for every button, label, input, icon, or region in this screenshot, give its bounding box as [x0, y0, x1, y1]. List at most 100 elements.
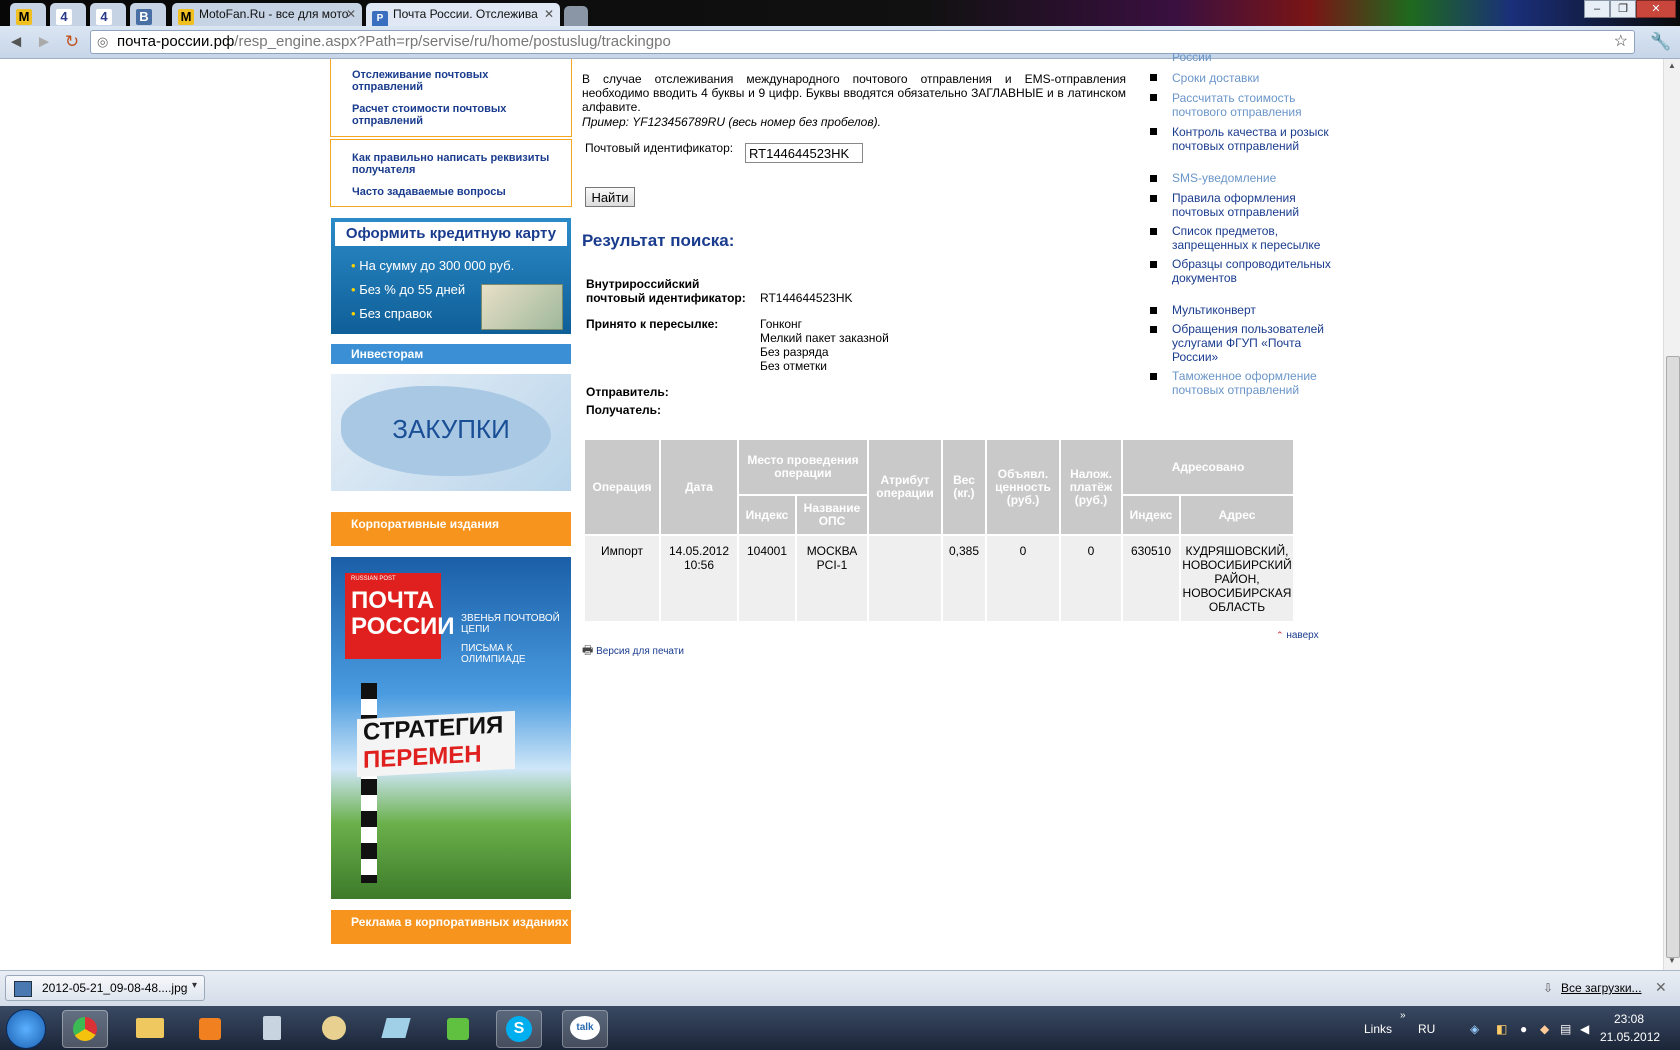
credit-card-banner[interactable]: Оформить кредитную карту • На сумму до 3… — [331, 218, 571, 334]
page-scrollbar[interactable]: ▲ ▼ — [1663, 59, 1680, 970]
shop-taskbar-icon[interactable] — [436, 1010, 480, 1046]
ads-link[interactable]: Реклама в корпоративных изданиях — [331, 910, 571, 944]
right-menu-sms[interactable]: SMS-уведомление — [1172, 171, 1342, 185]
left-link-cost[interactable]: Расчет стоимости почтовых отправлений — [352, 103, 552, 127]
right-menu-multienvelope[interactable]: Мультиконверт — [1172, 303, 1342, 317]
strategy-poster[interactable]: RUSSIAN POST ПОЧТА РОССИИ ЗВЕНЬЯ ПОЧТОВО… — [331, 557, 571, 899]
pochta-logo: RUSSIAN POST ПОЧТА РОССИИ — [345, 573, 455, 659]
start-button[interactable] — [6, 1009, 46, 1049]
gtalk-taskbar-icon[interactable]: talk — [562, 1010, 608, 1048]
credit-banner-title: Оформить кредитную карту — [335, 222, 567, 246]
print-version-link[interactable]: 🖶 Версия для печати — [582, 641, 684, 662]
intro-text: В случае отслеживания международного поч… — [582, 72, 1126, 114]
th-address: Адрес — [1181, 496, 1293, 534]
right-menu-quality[interactable]: Контроль качества и розыск почтовых отпр… — [1172, 125, 1342, 153]
right-menu-calc-cost[interactable]: Рассчитать стоимость почтового отправлен… — [1172, 91, 1342, 119]
image-file-icon — [14, 981, 32, 997]
result-title: Результат поиска: — [582, 231, 735, 250]
pochta-icon: P — [372, 11, 388, 26]
tray-icon[interactable]: ◈ — [1470, 1022, 1479, 1036]
cell-ops-name: МОСКВА PCI-1 — [797, 536, 867, 621]
address-bar[interactable]: ◎ почта-россии.рф/resp_engine.aspx?Path=… — [90, 30, 1635, 54]
investors-link[interactable]: Инвесторам — [331, 344, 571, 364]
id-label: Почтовый идентификатор: — [585, 141, 734, 155]
right-menu-rules[interactable]: Правила оформления почтовых отправлений — [1172, 191, 1342, 219]
th-weight: Вес (кг.) — [943, 440, 985, 534]
tab-title: Почта России. Отслежива — [393, 7, 538, 21]
cell-cod: 0 — [1061, 536, 1121, 621]
wrench-icon[interactable]: 🔧 — [1650, 32, 1671, 52]
chat-icon[interactable]: ● — [1520, 1022, 1527, 1036]
th-declared: Объявл. ценность (руб.) — [987, 440, 1059, 534]
domestic-label: Внутрироссийский почтовый идентификатор: — [586, 277, 746, 305]
close-icon[interactable]: ✕ — [346, 7, 356, 21]
reload-icon[interactable]: ↻ — [62, 32, 82, 52]
to-top-link[interactable]: ⌃ наверх — [1276, 630, 1319, 641]
skype-taskbar-icon[interactable]: S — [496, 1010, 542, 1048]
maximize-button[interactable]: ❐ — [1610, 0, 1636, 18]
bullet-icon — [1150, 307, 1157, 314]
minimize-button[interactable]: – — [1584, 0, 1610, 18]
tray-icon[interactable]: ◧ — [1496, 1022, 1507, 1036]
paint-taskbar-icon[interactable] — [312, 1010, 356, 1046]
download-item[interactable]: 2012-05-21_09-08-48....jpg ▾ — [5, 975, 205, 1001]
star-icon[interactable]: ☆ — [1614, 31, 1628, 53]
explorer-taskbar-icon[interactable] — [128, 1010, 172, 1046]
tab-pinned-3[interactable]: 4 — [90, 3, 126, 26]
tab-title: MotoFan.Ru - все для мото — [199, 7, 349, 21]
calculator-taskbar-icon[interactable] — [250, 1010, 294, 1046]
cell-attr — [869, 536, 941, 621]
right-menu-forbidden[interactable]: Список предметов, запрещенных к пересылк… — [1172, 224, 1342, 252]
up-arrow-icon: ⌃ — [1276, 630, 1284, 640]
new-tab-button[interactable] — [564, 6, 588, 26]
left-link-faq[interactable]: Часто задаваемые вопросы — [352, 186, 552, 198]
bullet-icon: • — [351, 282, 356, 297]
tracking-id-input[interactable] — [745, 143, 863, 163]
close-icon[interactable]: ✕ — [1655, 979, 1667, 996]
back-icon[interactable]: ◄ — [6, 32, 26, 52]
scroll-up-icon[interactable]: ▲ — [1668, 61, 1676, 70]
bullet-icon — [1150, 175, 1157, 182]
tab-pinned-1[interactable]: M — [10, 3, 46, 26]
close-window-button[interactable]: ✕ — [1636, 0, 1676, 18]
scroll-down-icon[interactable]: ▼ — [1668, 956, 1676, 965]
media-player-taskbar-icon[interactable] — [188, 1010, 232, 1046]
vk-icon: B — [136, 9, 152, 25]
chrome-taskbar-icon[interactable] — [62, 1010, 108, 1048]
right-menu-samples[interactable]: Образцы сопроводительных документов — [1172, 257, 1342, 285]
notes-taskbar-icon[interactable] — [374, 1010, 418, 1046]
zakupki-banner[interactable]: ЗАКУПКИ — [331, 374, 571, 491]
right-menu-appeals[interactable]: Обращения пользователей услугами ФГУП «П… — [1172, 322, 1342, 364]
browser-toolbar: ◄ ► ↻ ◎ почта-россии.рф/resp_engine.aspx… — [0, 26, 1680, 59]
tab-pinned-4[interactable]: B — [130, 3, 166, 26]
download-arrow-icon: ⇩ — [1543, 981, 1554, 995]
cell-addr-index: 630510 — [1123, 536, 1179, 621]
left-link-tracking[interactable]: Отслеживание почтовых отправлений — [352, 69, 552, 93]
links-toolbar[interactable]: Links — [1364, 1022, 1392, 1036]
right-menu-item-cut[interactable]: России — [1172, 53, 1212, 61]
volume-icon[interactable]: ◀ — [1580, 1022, 1589, 1036]
find-button[interactable]: Найти — [585, 187, 635, 207]
tray-icon[interactable]: ◆ — [1540, 1022, 1549, 1036]
chevron-down-icon[interactable]: ▾ — [192, 980, 197, 991]
scrollbar-thumb[interactable] — [1666, 356, 1680, 958]
network-icon[interactable]: ▤ — [1560, 1022, 1571, 1036]
corporate-editions-link[interactable]: Корпоративные издания — [331, 512, 571, 546]
forward-icon[interactable]: ► — [34, 32, 54, 52]
bullet-icon — [1150, 228, 1157, 235]
clock-time[interactable]: 23:08 — [1614, 1012, 1644, 1026]
poster-line1: ЗВЕНЬЯ ПОЧТОВОЙ ЦЕПИ — [461, 613, 560, 635]
right-menu-customs[interactable]: Таможенное оформление почтовых отправлен… — [1172, 369, 1342, 397]
left-link-requisites[interactable]: Как правильно написать реквизиты получат… — [352, 152, 552, 176]
language-indicator[interactable]: RU — [1418, 1022, 1435, 1036]
tab-pinned-2[interactable]: 4 — [50, 3, 86, 26]
close-icon[interactable]: ✕ — [544, 7, 554, 21]
clock-date[interactable]: 21.05.2012 — [1600, 1030, 1660, 1044]
example-text: Пример: YF123456789RU (весь номер без пр… — [582, 115, 881, 129]
download-bar: 2012-05-21_09-08-48....jpg ▾ ⇩ Все загру… — [0, 970, 1680, 1007]
tab-pochta[interactable]: P Почта России. Отслежива ✕ — [366, 3, 560, 26]
chevron-right-icon[interactable]: » — [1400, 1010, 1406, 1021]
all-downloads-link[interactable]: Все загрузки... — [1561, 981, 1642, 995]
right-menu-delivery-time[interactable]: Сроки доставки — [1172, 71, 1342, 85]
tab-motofan[interactable]: M MotoFan.Ru - все для мото ✕ — [172, 3, 362, 26]
